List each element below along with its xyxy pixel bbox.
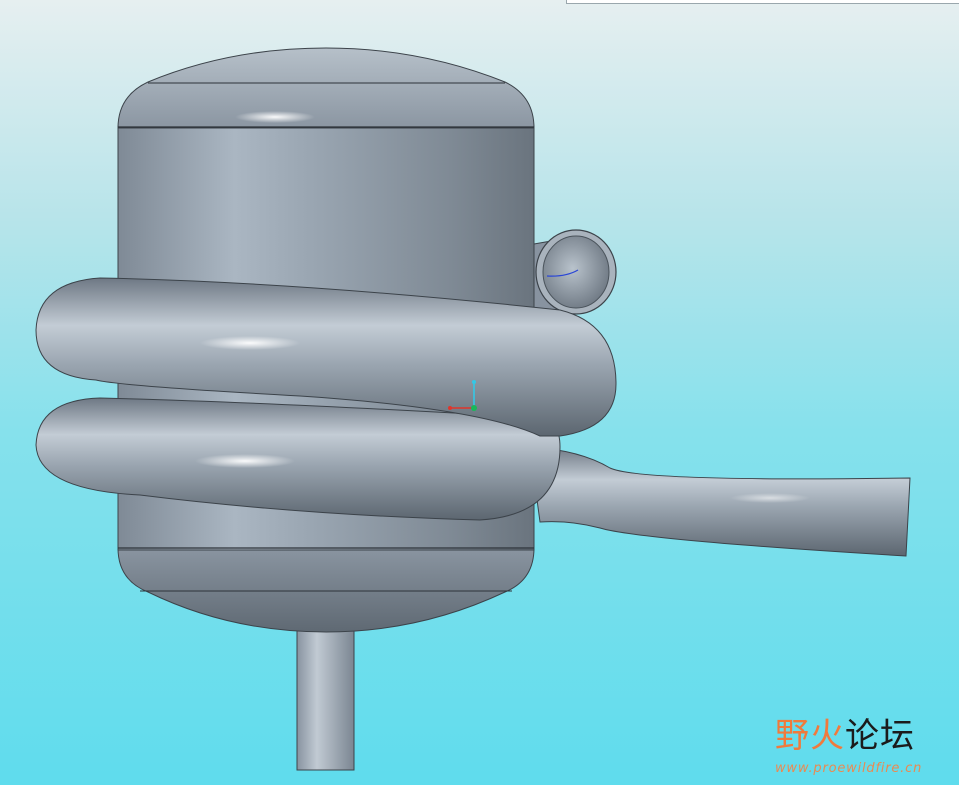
cad-viewport[interactable]: 野火论坛 www.proewildfire.cn bbox=[0, 0, 959, 785]
watermark-url: www.proewildfire.cn bbox=[775, 761, 923, 776]
bottom-pipe[interactable] bbox=[296, 627, 355, 771]
tank-model[interactable] bbox=[0, 0, 959, 785]
outlet-pipe[interactable] bbox=[529, 446, 911, 557]
z-axis bbox=[471, 405, 477, 411]
bottom-head[interactable] bbox=[117, 547, 535, 633]
watermark-brand-orange: 野火 bbox=[775, 716, 845, 756]
top-head[interactable] bbox=[117, 47, 535, 129]
watermark-logo: 野火论坛 bbox=[775, 716, 915, 756]
watermark-brand-dark: 论坛 bbox=[845, 716, 915, 756]
inlet-nozzle[interactable] bbox=[533, 229, 617, 319]
